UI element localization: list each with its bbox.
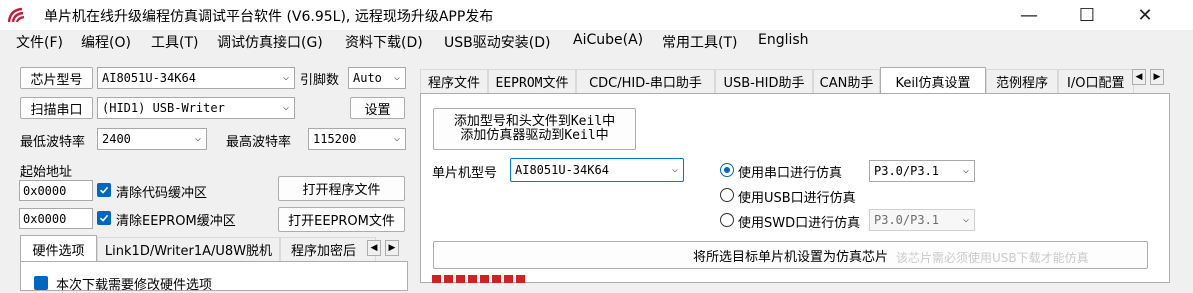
menu-aicube[interactable]: AiCube(A) bbox=[573, 32, 643, 48]
serial-port-value: P3.0/P3.1 bbox=[874, 164, 940, 178]
tab-keil-simulation[interactable]: Keil仿真设置 bbox=[880, 67, 986, 94]
chevron-down-icon: ⌵ bbox=[962, 164, 969, 176]
menu-program[interactable]: 编程(O) bbox=[81, 32, 131, 52]
tab-program-file[interactable]: 程序文件 bbox=[420, 69, 488, 93]
chevron-down-icon: ⌵ bbox=[671, 163, 678, 175]
chevron-down-icon: ⌵ bbox=[393, 71, 400, 83]
serial-port-select[interactable]: P3.0/P3.1 ⌵ bbox=[869, 160, 975, 182]
tab-scroll-left-icon[interactable]: ◀ bbox=[1132, 69, 1146, 85]
chevron-down-icon: ⌵ bbox=[282, 71, 289, 83]
add-to-keil-button[interactable]: 添加型号和头文件到Keil中 添加仿真器驱动到Keil中 bbox=[433, 108, 636, 150]
clear-code-label: 清除代码缓冲区 bbox=[116, 186, 208, 201]
mcu-model-label: 单片机型号 bbox=[432, 166, 498, 181]
clear-eeprom-checkbox[interactable] bbox=[97, 211, 111, 225]
checkmark-icon bbox=[99, 214, 109, 222]
start-address-label: 起始地址 bbox=[20, 165, 73, 180]
clear-code-checkbox[interactable] bbox=[97, 183, 111, 197]
menu-common-tools[interactable]: 常用工具(T) bbox=[662, 32, 737, 52]
faded-hint-text: 该芯片需必须使用USB下载才能仿真 bbox=[896, 251, 1089, 265]
tab-program-encryption[interactable]: 程序加密后 bbox=[280, 237, 376, 261]
add-driver-label: 添加仿真器驱动到Keil中 bbox=[460, 128, 609, 143]
tab-can[interactable]: CAN助手 bbox=[813, 69, 880, 93]
chip-model-select[interactable]: AI8051U-34K64 ⌵ bbox=[97, 67, 295, 89]
radio-serial-simulation[interactable] bbox=[720, 163, 734, 177]
tab-scroll-right-icon[interactable]: ▶ bbox=[385, 240, 399, 256]
menu-downloads[interactable]: 资料下载(D) bbox=[345, 32, 423, 52]
menu-english[interactable]: English bbox=[758, 32, 809, 48]
open-eeprom-file-button[interactable]: 打开EEPROM文件 bbox=[278, 207, 405, 232]
radio-swd-label: 使用SWD口进行仿真 bbox=[738, 216, 861, 231]
chip-model-value: AI8051U-34K64 bbox=[102, 71, 196, 85]
window-title: 单片机在线升级编程仿真调试平台软件 (V6.95L), 远程现场升级APP发布 bbox=[44, 9, 494, 25]
chevron-down-icon: ⌵ bbox=[282, 101, 289, 113]
swd-port-value: P3.0/P3.1 bbox=[874, 213, 940, 227]
close-button[interactable]: ✕ bbox=[1116, 0, 1174, 30]
tab-cdc-hid-serial[interactable]: CDC/HID-串口助手 bbox=[576, 69, 715, 93]
mcu-model-value: AI8051U-34K64 bbox=[515, 163, 609, 177]
max-baud-value: 115200 bbox=[313, 132, 357, 146]
eeprom-start-address-input[interactable]: 0x0000 bbox=[19, 208, 93, 229]
maximize-button[interactable]: ☐ bbox=[1058, 0, 1116, 30]
radio-usb-simulation[interactable] bbox=[720, 188, 734, 202]
scan-port-button[interactable]: 扫描串口 bbox=[20, 97, 93, 119]
red-output-text-fragment bbox=[432, 275, 532, 283]
max-baud-select[interactable]: 115200 ⌵ bbox=[308, 128, 406, 150]
radio-usb-label: 使用USB口进行仿真 bbox=[738, 191, 856, 206]
min-baud-value: 2400 bbox=[102, 132, 131, 146]
clear-eeprom-label: 清除EEPROM缓冲区 bbox=[116, 214, 236, 229]
min-baud-select[interactable]: 2400 ⌵ bbox=[97, 128, 207, 150]
menu-tools[interactable]: 工具(T) bbox=[151, 32, 198, 52]
min-baud-label: 最低波特率 bbox=[20, 135, 86, 150]
tab-io-config[interactable]: I/O口配置 bbox=[1058, 69, 1134, 93]
port-select[interactable]: (HID1) USB-Writer ⌵ bbox=[97, 97, 295, 119]
pin-count-value: Auto bbox=[353, 71, 382, 85]
chip-model-button[interactable]: 芯片型号 bbox=[20, 67, 93, 89]
port-value: (HID1) USB-Writer bbox=[102, 101, 225, 115]
code-start-address-input[interactable]: 0x0000 bbox=[19, 180, 93, 201]
chevron-down-icon: ⌵ bbox=[194, 132, 201, 144]
menu-usb-driver[interactable]: USB驱动安装(D) bbox=[444, 32, 550, 52]
pin-count-label: 引脚数 bbox=[300, 73, 340, 88]
modify-hw-options-checkbox[interactable] bbox=[34, 276, 48, 290]
modify-hw-options-label: 本次下载需要修改硬件选项 bbox=[56, 278, 213, 293]
set-simulation-chip-label: 将所选目标单片机设置为仿真芯片 bbox=[692, 249, 888, 265]
tab-eeprom-file[interactable]: EEPROM文件 bbox=[488, 69, 576, 93]
left-tab-strip: 硬件选项 Link1D/Writer1A/U8W脱机 程序加密后 ◀ ▶ 本次下… bbox=[20, 235, 408, 293]
pin-count-select[interactable]: Auto ⌵ bbox=[348, 67, 406, 89]
checkmark-icon bbox=[99, 186, 109, 194]
right-tab-control: 程序文件 EEPROM文件 CDC/HID-串口助手 USB-HID助手 CAN… bbox=[420, 66, 1170, 283]
app-logo-icon bbox=[8, 7, 25, 23]
chevron-down-icon: ⌵ bbox=[393, 132, 400, 144]
chevron-down-icon: ⌵ bbox=[962, 213, 969, 225]
menu-file[interactable]: 文件(F) bbox=[16, 32, 63, 52]
swd-port-select[interactable]: P3.0/P3.1 ⌵ bbox=[869, 209, 975, 231]
settings-button[interactable]: 设置 bbox=[350, 97, 405, 119]
tab-offline-writer[interactable]: Link1D/Writer1A/U8W脱机 bbox=[97, 237, 280, 261]
tab-hardware-options[interactable]: 硬件选项 bbox=[20, 235, 97, 262]
tab-usb-hid[interactable]: USB-HID助手 bbox=[715, 69, 813, 93]
radio-serial-label: 使用串口进行仿真 bbox=[738, 166, 843, 181]
max-baud-label: 最高波特率 bbox=[226, 135, 292, 150]
add-model-label: 添加型号和头文件到Keil中 bbox=[453, 114, 616, 129]
radio-swd-simulation[interactable] bbox=[720, 213, 734, 227]
minimize-button[interactable]: — bbox=[1000, 0, 1058, 30]
tab-scroll-right-icon[interactable]: ▶ bbox=[1150, 69, 1164, 85]
menu-debug-interface[interactable]: 调试仿真接口(G) bbox=[217, 32, 323, 52]
mcu-model-select[interactable]: AI8051U-34K64 ⌵ bbox=[510, 158, 684, 182]
tab-examples[interactable]: 范例程序 bbox=[986, 69, 1058, 93]
open-program-file-button[interactable]: 打开程序文件 bbox=[278, 176, 405, 201]
tab-scroll-left-icon[interactable]: ◀ bbox=[367, 240, 381, 256]
menu-bar: 文件(F) 编程(O) 工具(T) 调试仿真接口(G) 资料下载(D) USB驱… bbox=[0, 30, 1193, 52]
